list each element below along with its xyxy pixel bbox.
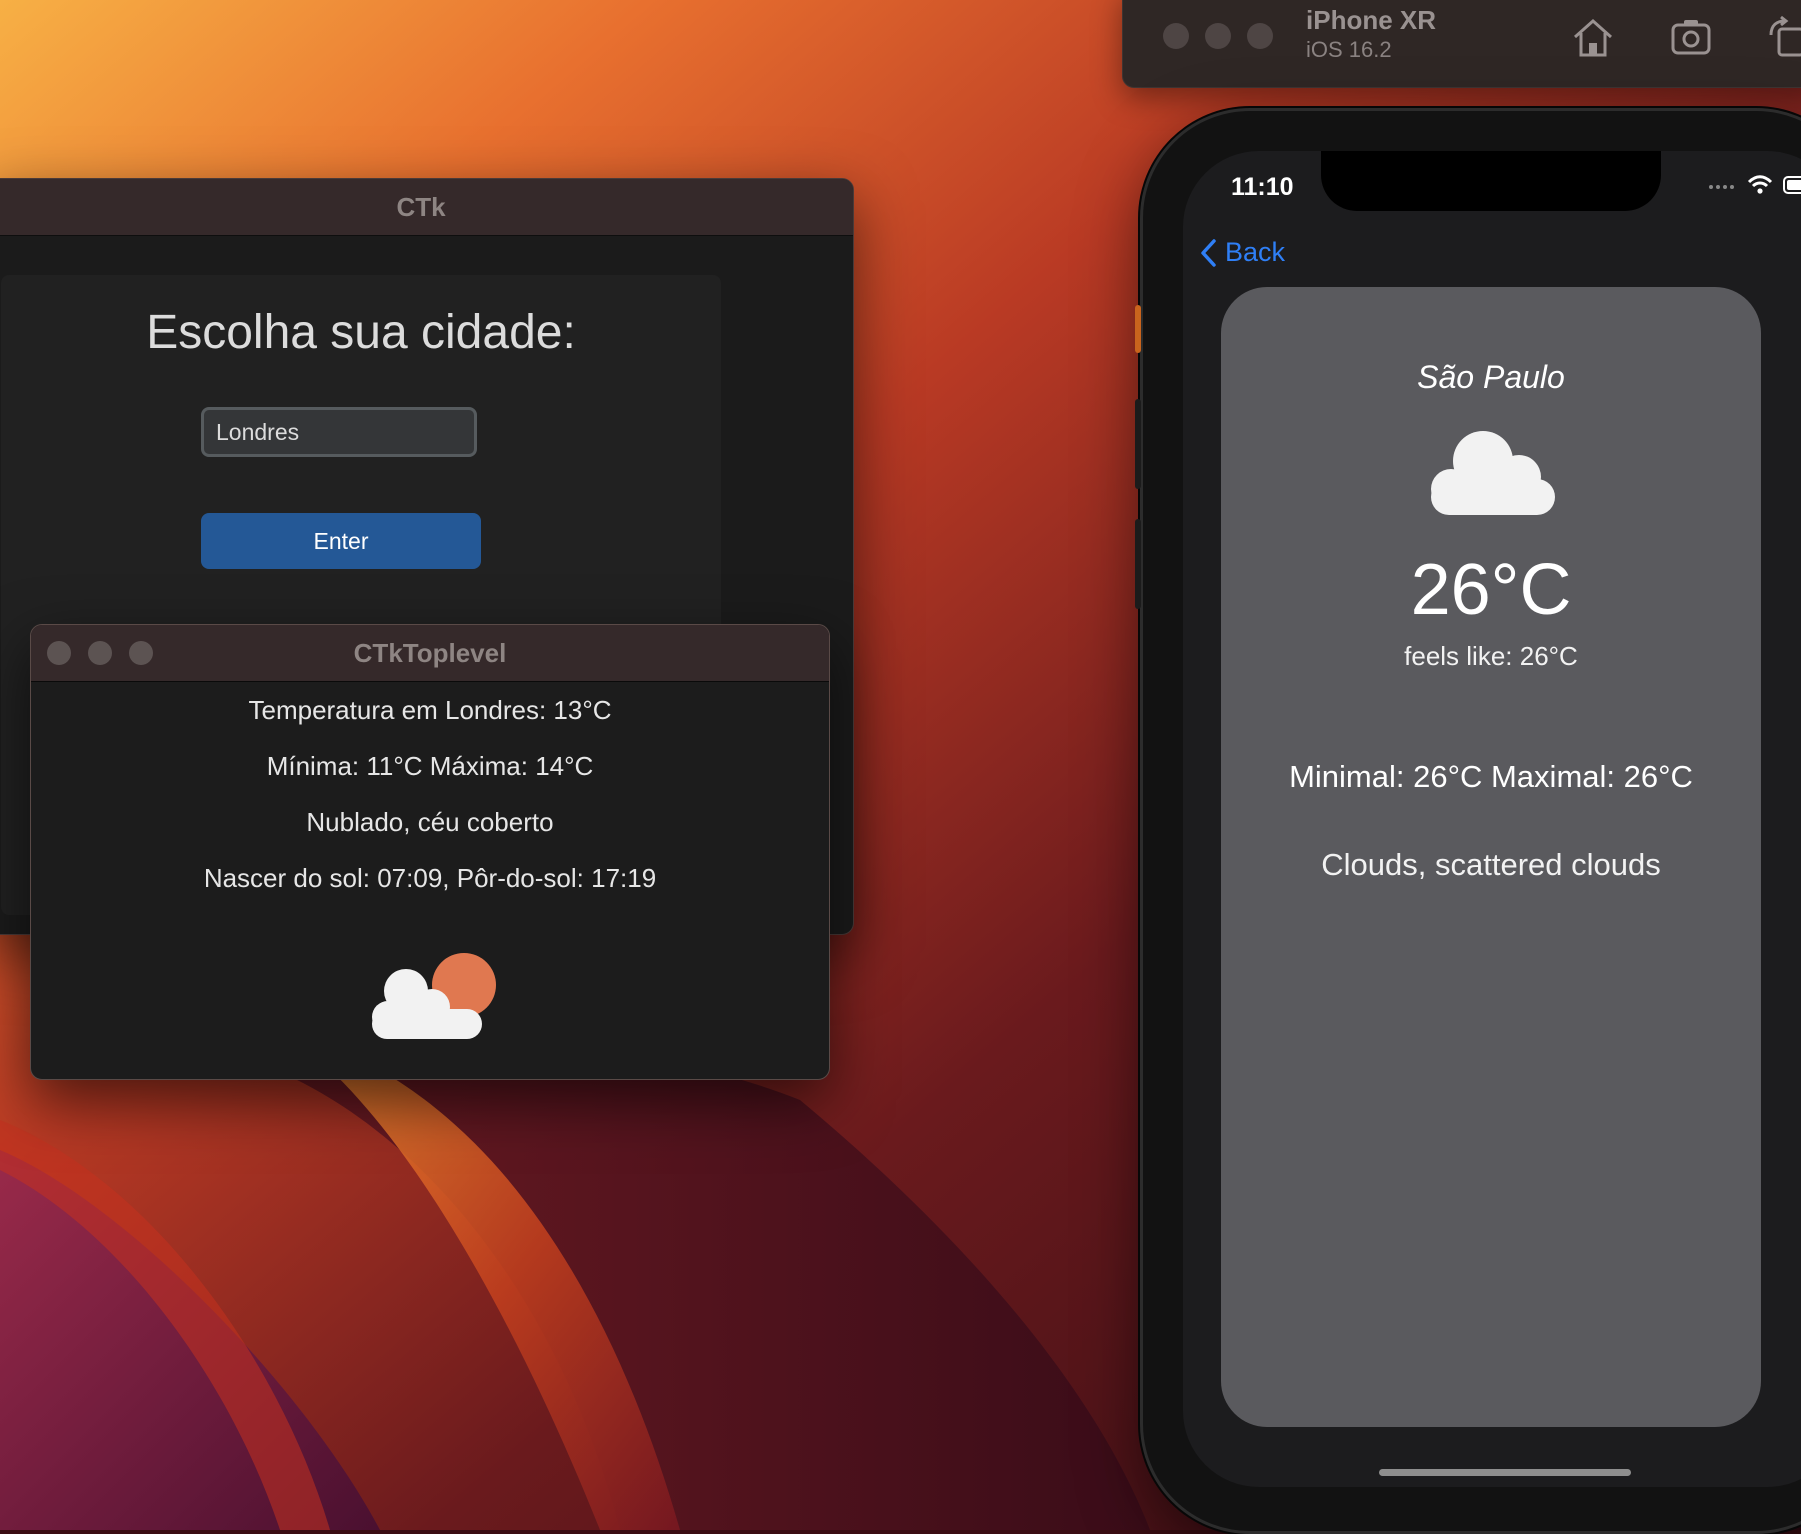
sun-times-label: Nascer do sol: 07:09, Pôr-do-sol: 17:19	[203, 863, 657, 893]
back-button[interactable]: Back	[1199, 237, 1285, 268]
status-icons	[1707, 175, 1801, 195]
window-title: CTk	[396, 191, 446, 222]
status-time: 11:10	[1231, 173, 1294, 201]
city-prompt-heading: Escolha sua cidade:	[146, 306, 576, 359]
window-controls	[1163, 23, 1273, 49]
window-title: CTkToplevel	[353, 637, 507, 668]
temperature-label: Temperatura em Londres: 13°C	[248, 695, 612, 725]
zoom-button[interactable]	[129, 641, 153, 665]
window-controls	[47, 641, 153, 665]
volume-down-button	[1135, 519, 1141, 609]
cloud-sun-icon	[372, 953, 496, 1039]
ctk-titlebar[interactable]: CTk	[0, 179, 853, 236]
description-label: Clouds, scattered clouds	[1321, 847, 1661, 882]
simulator-device-name: iPhone XR	[1306, 5, 1437, 35]
minimize-button[interactable]	[1205, 23, 1231, 49]
cloud-icon	[1431, 431, 1555, 515]
toplevel-titlebar[interactable]: CTkToplevel	[31, 625, 829, 682]
iphone-screen: 11:10 Back São Paulo 26°C feels like: 26…	[1183, 151, 1801, 1487]
simulator-os-version: iOS 16.2	[1306, 37, 1392, 62]
description-label: Nublado, céu coberto	[306, 807, 554, 837]
minimize-button[interactable]	[88, 641, 112, 665]
home-icon[interactable]	[1569, 13, 1617, 61]
close-button[interactable]	[47, 641, 71, 665]
minmax-label: Mínima: 11°C Máxima: 14°C	[266, 751, 594, 781]
simulator-toolbar: iPhone XR iOS 16.2	[1122, 0, 1801, 88]
back-label: Back	[1225, 237, 1286, 267]
wifi-icon	[1747, 175, 1773, 194]
weather-card: São Paulo 26°C feels like: 26°C Minimal:…	[1221, 287, 1761, 1427]
rotate-icon[interactable]	[1763, 13, 1801, 61]
city-name: São Paulo	[1417, 359, 1565, 395]
screenshot-icon[interactable]	[1667, 13, 1715, 61]
temperature-value: 26°C	[1410, 550, 1572, 630]
enter-button[interactable]: Enter	[201, 513, 481, 569]
close-button[interactable]	[1163, 23, 1189, 49]
home-indicator[interactable]	[1379, 1469, 1631, 1476]
silent-switch	[1135, 305, 1141, 353]
volume-up-button	[1135, 399, 1141, 489]
iphone-simulator: 11:10 Back São Paulo 26°C feels like: 26…	[1135, 108, 1801, 1534]
minmax-label: Minimal: 26°C Maximal: 26°C	[1289, 759, 1693, 794]
battery-icon	[1783, 176, 1801, 194]
zoom-button[interactable]	[1247, 23, 1273, 49]
city-input[interactable]	[201, 407, 477, 457]
chevron-left-icon	[1201, 238, 1216, 267]
notch	[1321, 151, 1661, 211]
ctk-toplevel-window: CTkToplevel Temperatura em Londres: 13°C…	[30, 624, 830, 1080]
feels-like-label: feels like: 26°C	[1404, 641, 1578, 671]
cellular-dots-icon	[1709, 185, 1734, 189]
